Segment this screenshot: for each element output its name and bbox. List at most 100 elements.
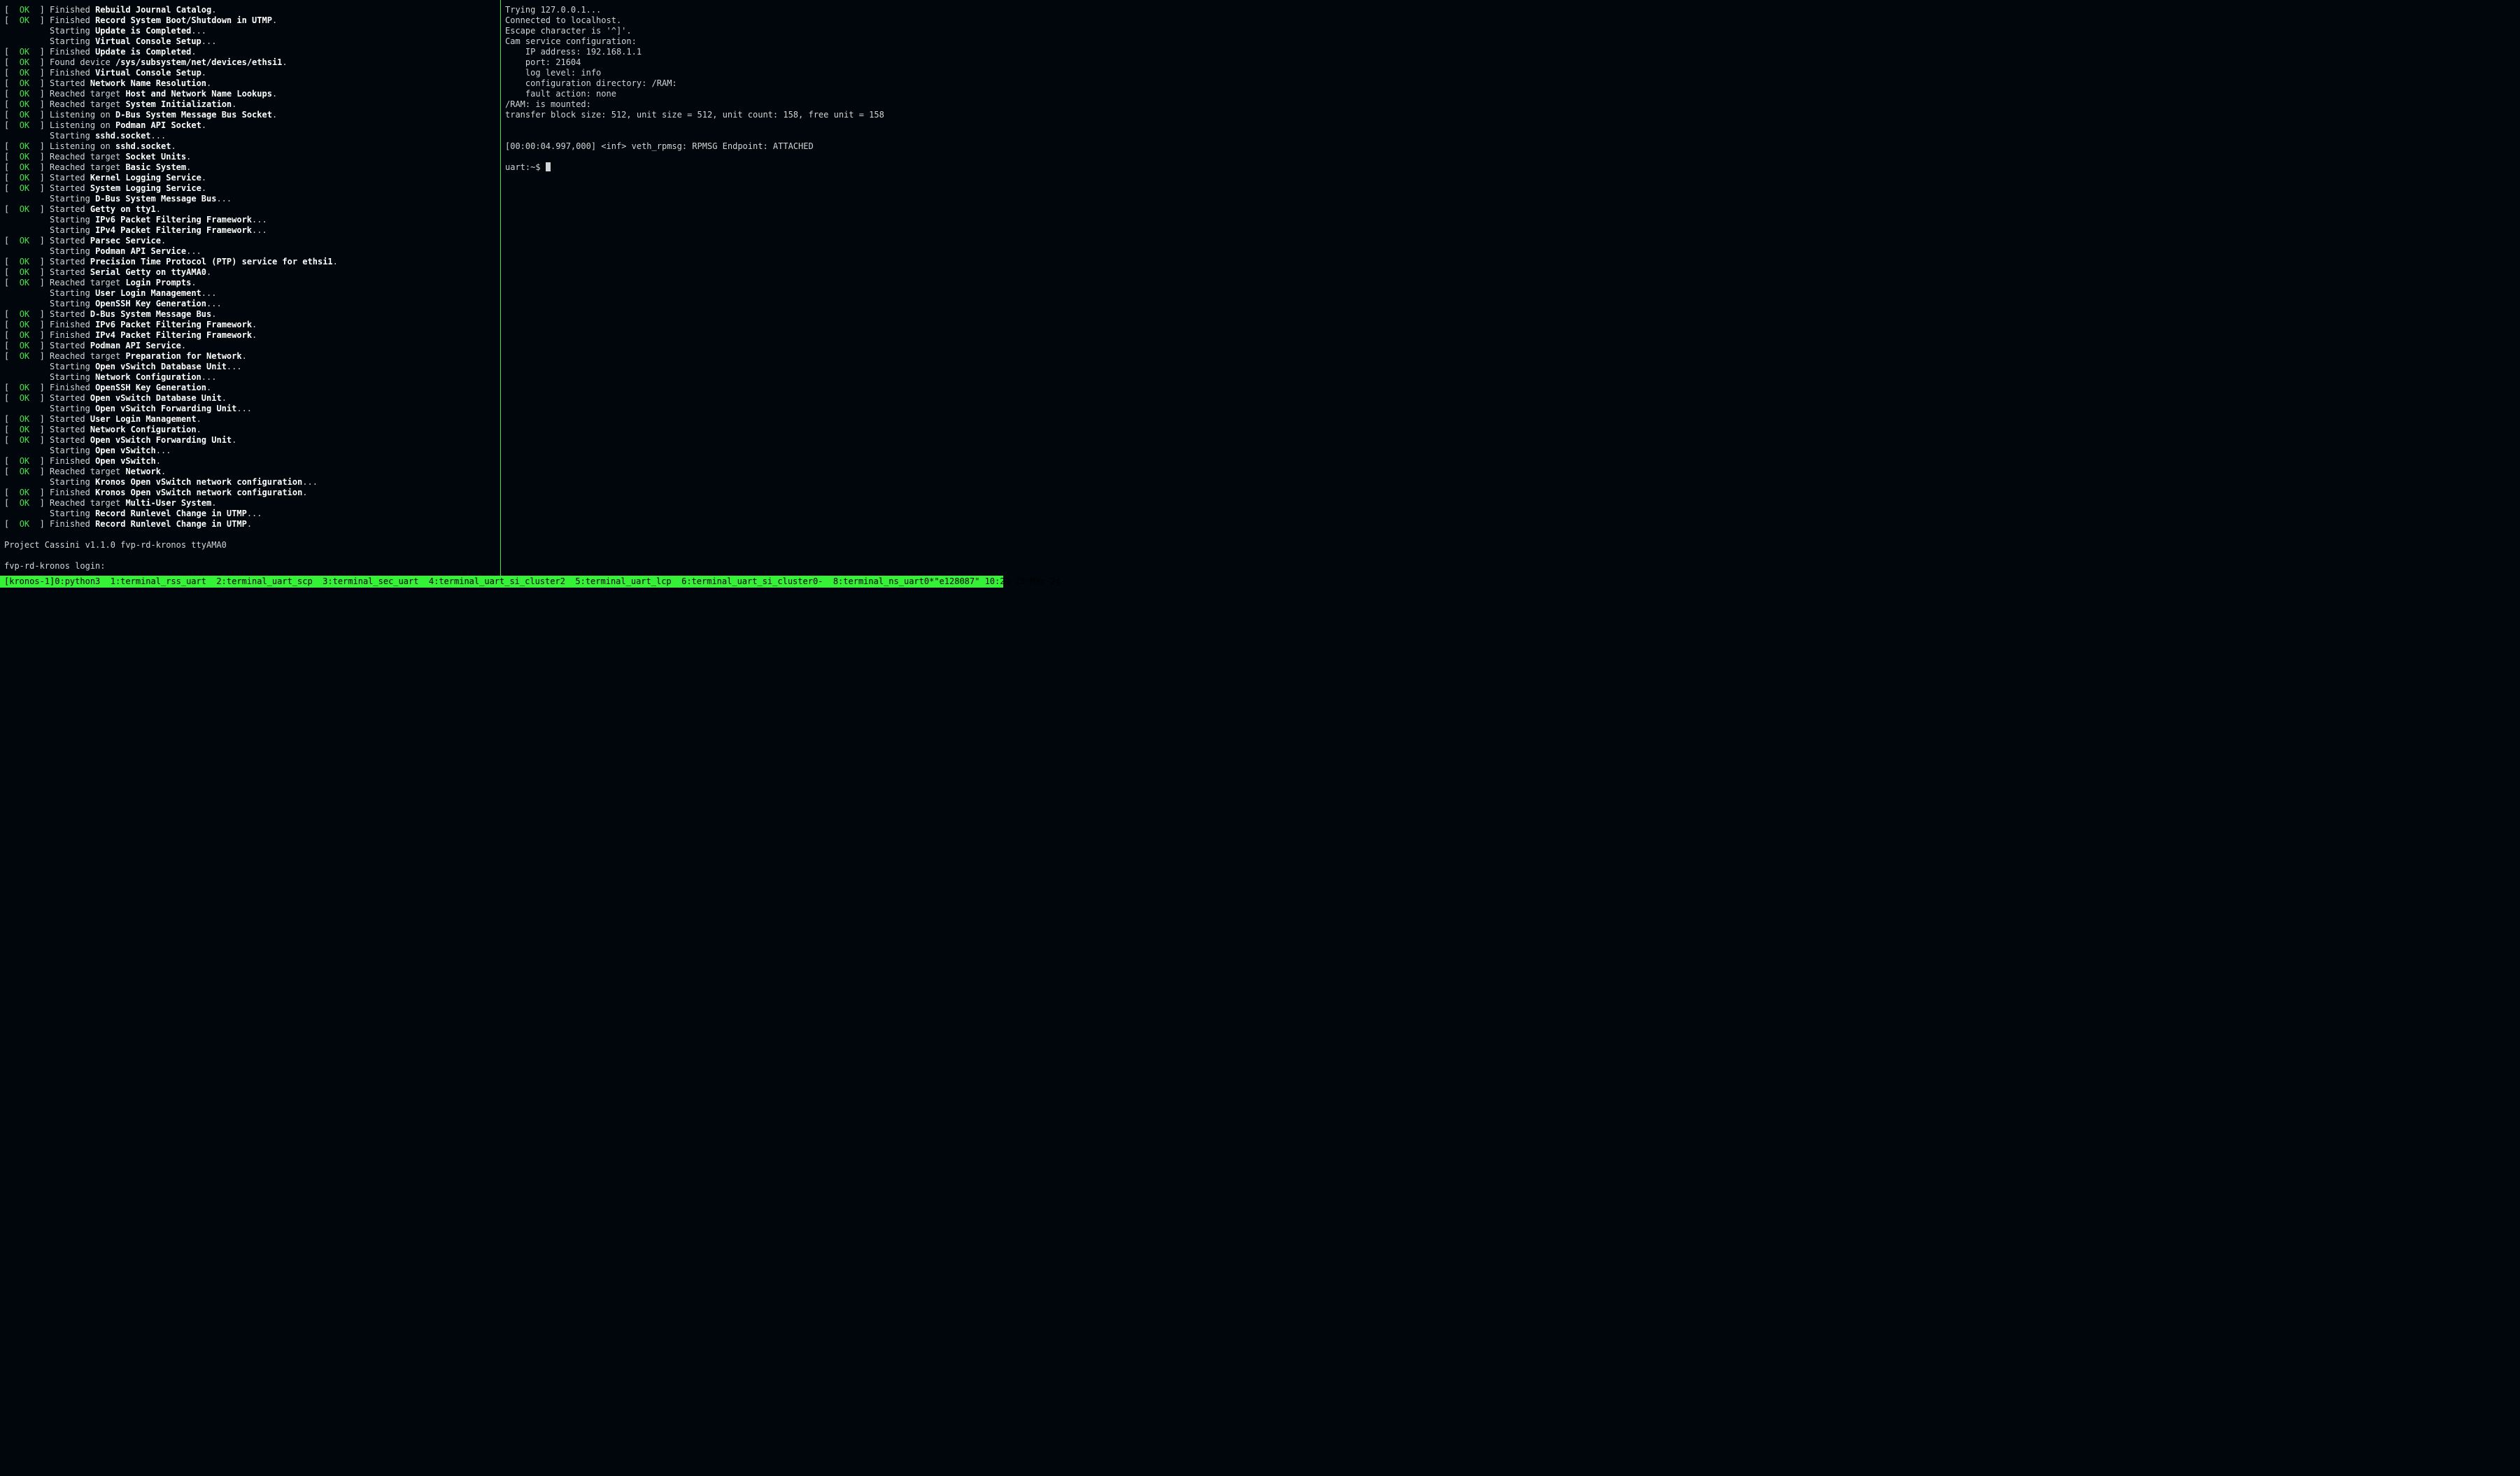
log-subject: /sys/subsystem/net/devices/ethsi1 [115, 57, 282, 67]
boot-log-line: [ OK ] Started System Logging Service. [4, 183, 496, 194]
status-ok: OK [20, 110, 29, 120]
status-ok: OK [20, 393, 29, 403]
log-subject: Kronos Open vSwitch network configuratio… [95, 477, 302, 487]
uart-prompt-text: uart:~$ [505, 162, 546, 172]
log-subject: Open vSwitch [95, 456, 156, 466]
log-verb: Starting [50, 477, 90, 487]
boot-log-line: [ OK ] Started Network Name Resolution. [4, 78, 496, 89]
log-subject: Rebuild Journal Catalog [95, 5, 211, 15]
status-ok: OK [20, 57, 29, 67]
boot-log-line: [ OK ] Finished OpenSSH Key Generation. [4, 383, 496, 393]
uart-output-line: /RAM: is mounted: [505, 99, 999, 110]
log-subject: Precision Time Protocol (PTP) service fo… [90, 257, 333, 267]
log-verb: Started [50, 309, 85, 319]
log-verb: Starting [50, 194, 90, 204]
log-verb: Started [50, 236, 85, 246]
log-verb: Starting [50, 36, 90, 46]
log-verb: Starting [50, 246, 90, 256]
status-ok: OK [20, 173, 29, 183]
log-verb: Started [50, 414, 85, 424]
boot-log-line: Starting Podman API Service... [4, 246, 496, 257]
status-ok: OK [20, 498, 29, 508]
uart-shell-pane[interactable]: Trying 127.0.0.1...Connected to localhos… [501, 0, 1003, 576]
boot-log-line: [ OK ] Started Kernel Logging Service. [4, 173, 496, 183]
log-verb: Started [50, 173, 85, 183]
boot-log-line: [ OK ] Reached target Multi-User System. [4, 498, 496, 509]
boot-log-line: [ OK ] Started D-Bus System Message Bus. [4, 309, 496, 320]
status-ok: OK [20, 141, 29, 151]
status-ok: OK [20, 257, 29, 267]
log-subject: Open vSwitch [95, 446, 156, 455]
boot-log-line: [ OK ] Found device /sys/subsystem/net/d… [4, 57, 496, 68]
boot-log-line: [ OK ] Started Precision Time Protocol (… [4, 257, 496, 267]
log-subject: Podman API Service [95, 246, 186, 256]
status-ok: OK [20, 89, 29, 99]
boot-log-line: [ OK ] Finished Rebuild Journal Catalog. [4, 5, 496, 15]
log-subject: D-Bus System Message Bus [95, 194, 216, 204]
status-ok: OK [20, 68, 29, 78]
uart-output-line: Trying 127.0.0.1... [505, 5, 999, 15]
log-subject: sshd.socket [115, 141, 171, 151]
log-subject: Multi-User System [125, 498, 211, 508]
log-subject: Podman API Socket [115, 120, 201, 130]
log-subject: Open vSwitch Database Unit [90, 393, 222, 403]
log-subject: Update is Completed [95, 47, 191, 57]
status-ok: OK [20, 351, 29, 361]
log-subject: Parsec Service [90, 236, 161, 246]
log-verb: Starting [50, 26, 90, 36]
log-verb: Reached target [50, 278, 120, 288]
log-subject: Network [125, 467, 161, 476]
boot-log-line: [ OK ] Listening on Podman API Socket. [4, 120, 496, 131]
boot-log-line: [ OK ] Started Parsec Service. [4, 236, 496, 246]
log-subject: Getty on tty1 [90, 204, 156, 214]
tmux-status-bar[interactable]: [kronos-1]0:python3 1:terminal_rss_uart … [0, 576, 1003, 588]
uart-output-line: [00:00:04.997,000] <inf> veth_rpmsg: RPM… [505, 141, 999, 152]
boot-log-line: Starting Open vSwitch Forwarding Unit... [4, 404, 496, 414]
boot-log-line: [ OK ] Finished Record System Boot/Shutd… [4, 15, 496, 26]
log-verb: Finished [50, 383, 90, 392]
boot-log-pane[interactable]: [ OK ] Finished Rebuild Journal Catalog.… [0, 0, 500, 576]
boot-log-line: Starting Open vSwitch... [4, 446, 496, 456]
boot-log-line: Starting Network Configuration... [4, 372, 496, 383]
log-verb: Starting [50, 225, 90, 235]
log-subject: IPv6 Packet Filtering Framework [95, 215, 252, 225]
uart-prompt[interactable]: uart:~$ [505, 162, 999, 173]
status-ok: OK [20, 519, 29, 529]
status-ok: OK [20, 15, 29, 25]
boot-log-line: [ OK ] Listening on D-Bus System Message… [4, 110, 496, 120]
boot-log-line: [ OK ] Finished Open vSwitch. [4, 456, 496, 467]
log-subject: Login Prompts [125, 278, 191, 288]
status-ok: OK [20, 99, 29, 109]
log-verb: Finished [50, 330, 90, 340]
log-verb: Starting [50, 509, 90, 518]
uart-output-line: Escape character is '^]'. [505, 26, 999, 36]
status-ok: OK [20, 162, 29, 172]
log-verb: Started [50, 341, 85, 350]
log-subject: Kernel Logging Service [90, 173, 201, 183]
log-verb: Starting [50, 446, 90, 455]
boot-log-line: [ OK ] Reached target Preparation for Ne… [4, 351, 496, 362]
log-verb: Reached target [50, 498, 120, 508]
log-subject: User Login Management [95, 288, 201, 298]
boot-log-line: Starting Kronos Open vSwitch network con… [4, 477, 496, 488]
log-subject: IPv6 Packet Filtering Framework [95, 320, 252, 329]
boot-log-line: [ OK ] Started Open vSwitch Database Uni… [4, 393, 496, 404]
log-subject: Basic System [125, 162, 186, 172]
log-verb: Started [50, 257, 85, 267]
log-subject: IPv4 Packet Filtering Framework [95, 225, 252, 235]
issue-banner: Project Cassini v1.1.0 fvp-rd-kronos tty… [4, 540, 496, 551]
log-subject: Network Name Resolution [90, 78, 206, 88]
status-left[interactable]: [kronos-1]0:python3 1:terminal_rss_uart … [4, 576, 934, 588]
log-verb: Started [50, 204, 85, 214]
boot-log-line: Starting IPv4 Packet Filtering Framework… [4, 225, 496, 236]
log-verb: Started [50, 183, 85, 193]
log-verb: Listening on [50, 141, 111, 151]
boot-log-line: [ OK ] Finished Virtual Console Setup. [4, 68, 496, 78]
log-verb: Reached target [50, 351, 120, 361]
login-prompt[interactable]: fvp-rd-kronos login: [4, 561, 496, 572]
log-verb: Finished [50, 320, 90, 329]
boot-log-line: Starting sshd.socket... [4, 131, 496, 141]
uart-output-line [505, 152, 999, 162]
log-subject: Record Runlevel Change in UTMP [95, 519, 247, 529]
uart-output-line: Cam service configuration: [505, 36, 999, 47]
